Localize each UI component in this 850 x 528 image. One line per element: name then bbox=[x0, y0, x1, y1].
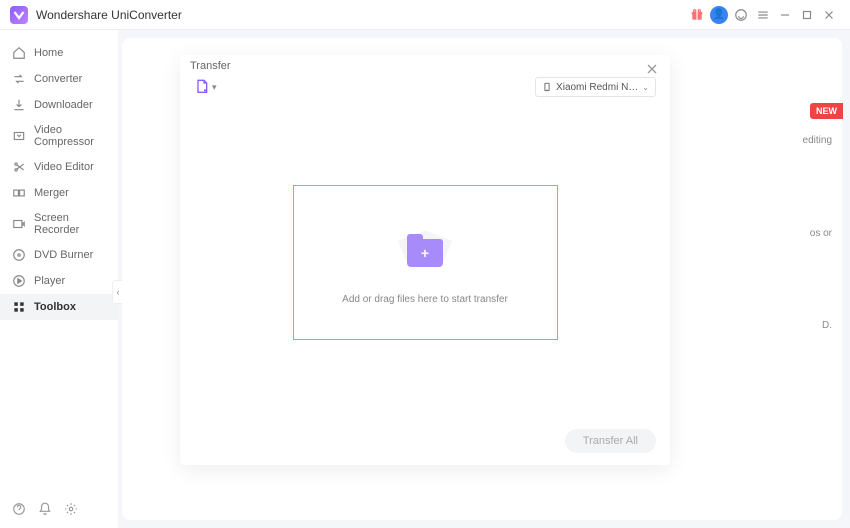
convert-icon bbox=[12, 72, 26, 86]
phone-icon bbox=[542, 81, 552, 93]
device-name: Xiaomi Redmi N… bbox=[556, 82, 638, 93]
titlebar: Wondershare UniConverter 👤 bbox=[0, 0, 850, 30]
dropzone[interactable]: + Add or drag files here to start transf… bbox=[293, 185, 558, 340]
sidebar-item-recorder[interactable]: Screen Recorder bbox=[0, 206, 118, 242]
sidebar-item-downloader[interactable]: Downloader bbox=[0, 92, 118, 118]
new-badge: NEW bbox=[810, 103, 843, 119]
bell-icon[interactable] bbox=[38, 502, 56, 520]
sidebar-item-label: Home bbox=[34, 47, 63, 59]
play-icon bbox=[12, 274, 26, 288]
sidebar-item-label: Screen Recorder bbox=[34, 212, 106, 236]
sidebar-item-player[interactable]: Player bbox=[0, 268, 118, 294]
close-icon[interactable] bbox=[644, 61, 660, 77]
sidebar-item-label: Video Compressor bbox=[34, 124, 106, 148]
modal-title: Transfer bbox=[190, 60, 231, 72]
sidebar-item-converter[interactable]: Converter bbox=[0, 66, 118, 92]
chevron-down-icon: ▾ bbox=[212, 82, 217, 93]
bg-text-fragment: D. bbox=[822, 320, 832, 331]
record-icon bbox=[12, 217, 26, 231]
transfer-modal: Transfer ▾ Xiaomi Redmi N… ⌄ + Add or dr… bbox=[180, 55, 670, 465]
sidebar-item-label: Merger bbox=[34, 187, 69, 199]
sidebar-item-compressor[interactable]: Video Compressor bbox=[0, 118, 118, 154]
sidebar-item-label: Toolbox bbox=[34, 301, 76, 313]
add-file-icon bbox=[194, 79, 210, 95]
sidebar-bottom bbox=[0, 502, 94, 520]
support-icon[interactable] bbox=[730, 4, 752, 26]
compress-icon bbox=[12, 129, 26, 143]
grid-icon bbox=[12, 300, 26, 314]
avatar-icon[interactable]: 👤 bbox=[708, 4, 730, 26]
menu-icon[interactable] bbox=[752, 4, 774, 26]
modal-toolbar: ▾ Xiaomi Redmi N… ⌄ bbox=[180, 77, 670, 105]
sidebar-item-label: DVD Burner bbox=[34, 249, 93, 261]
settings-icon[interactable] bbox=[64, 502, 82, 520]
sidebar-item-label: Video Editor bbox=[34, 161, 94, 173]
chevron-down-icon: ⌄ bbox=[642, 83, 649, 92]
modal-footer: Transfer All bbox=[180, 421, 670, 465]
app-title: Wondershare UniConverter bbox=[36, 8, 182, 22]
app-logo bbox=[10, 6, 28, 24]
disc-icon bbox=[12, 248, 26, 262]
home-icon bbox=[12, 46, 26, 60]
sidebar-item-editor[interactable]: Video Editor bbox=[0, 154, 118, 180]
scissors-icon bbox=[12, 160, 26, 174]
merge-icon bbox=[12, 186, 26, 200]
close-window-icon[interactable] bbox=[818, 4, 840, 26]
sidebar: Home Converter Downloader Video Compress… bbox=[0, 30, 118, 528]
add-file-button[interactable]: ▾ bbox=[194, 79, 217, 95]
bg-text-fragment: os or bbox=[810, 228, 832, 239]
bg-text-fragment: editing bbox=[803, 135, 832, 146]
gift-icon[interactable] bbox=[686, 4, 708, 26]
sidebar-item-home[interactable]: Home bbox=[0, 40, 118, 66]
transfer-all-button[interactable]: Transfer All bbox=[565, 429, 656, 453]
help-icon[interactable] bbox=[12, 502, 30, 520]
download-icon bbox=[12, 98, 26, 112]
sidebar-item-toolbox[interactable]: Toolbox bbox=[0, 294, 118, 320]
dropzone-text: Add or drag files here to start transfer bbox=[342, 294, 508, 305]
sidebar-item-dvd[interactable]: DVD Burner bbox=[0, 242, 118, 268]
minimize-icon[interactable] bbox=[774, 4, 796, 26]
sidebar-item-label: Converter bbox=[34, 73, 82, 85]
sidebar-item-label: Downloader bbox=[34, 99, 93, 111]
device-select[interactable]: Xiaomi Redmi N… ⌄ bbox=[535, 77, 656, 97]
sidebar-item-merger[interactable]: Merger bbox=[0, 180, 118, 206]
folder-plus-icon: + bbox=[390, 221, 460, 276]
modal-header: Transfer bbox=[180, 55, 670, 77]
maximize-icon[interactable] bbox=[796, 4, 818, 26]
sidebar-item-label: Player bbox=[34, 275, 65, 287]
